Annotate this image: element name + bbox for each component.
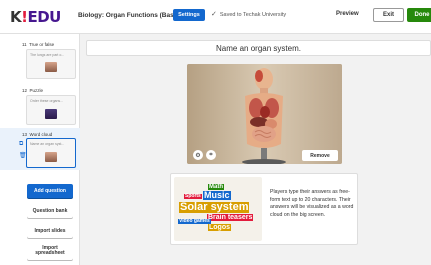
remove-media-button[interactable]: Remove — [302, 150, 338, 161]
thumbnail-image — [45, 62, 57, 72]
settings-button[interactable]: Settings — [173, 9, 205, 21]
done-button[interactable]: Done — [407, 8, 431, 22]
duplicate-icon[interactable]: ⧉ — [19, 141, 23, 148]
question-media[interactable]: ⚙ ⌗ — [187, 64, 342, 164]
crop-icon[interactable]: ⌗ — [206, 150, 216, 160]
word-cloud-word: Music — [203, 190, 231, 200]
slide-item-puzzle[interactable]: 12 Puzzle Order these organs... — [0, 84, 80, 130]
word-cloud-illustration: Math Music Sports Solar system Brain tea… — [174, 177, 262, 241]
slide-label: 12 Puzzle — [22, 88, 44, 93]
checkmark-icon: ✓ — [211, 11, 217, 18]
question-input[interactable]: Name an organ system. — [86, 40, 431, 56]
slide-item-word-cloud[interactable]: 13 Word cloud ⧉ 🗑 Name an organ syst... — [0, 128, 80, 170]
save-status-text: Saved to Techak University — [219, 12, 287, 18]
save-status: ✓ Saved to Techak University — [211, 11, 287, 18]
kahoot-logo[interactable]: K!EDU — [10, 8, 61, 26]
word-cloud-word: Sports — [184, 193, 202, 199]
word-cloud-word: Logos — [208, 224, 231, 231]
slide-label: 13 Word cloud — [22, 132, 53, 137]
slide-thumbnail[interactable]: Order these organs... — [26, 95, 76, 125]
slide-thumbnail[interactable]: The lungs are part o... — [26, 49, 76, 79]
word-cloud-description: Players type their answers as free-form … — [270, 189, 354, 218]
top-bar: K!EDU Biology: Organ Functions (Basic) S… — [0, 0, 431, 34]
thumbnail-image — [45, 152, 57, 162]
preview-button[interactable]: Preview — [336, 11, 359, 17]
slide-thumbnail[interactable]: Name an organ syst... — [26, 138, 76, 168]
word-cloud-word: Brain teasers — [207, 214, 254, 221]
anatomy-model-image — [242, 68, 286, 164]
slide-sidebar: 11 True or false The lungs are part o...… — [0, 34, 80, 265]
slide-item-true-false[interactable]: 11 True or false The lungs are part o... — [0, 34, 80, 80]
word-cloud-word: Solar system — [179, 201, 250, 213]
thumbnail-image — [45, 109, 57, 119]
word-cloud-word: Video games — [178, 218, 211, 224]
exit-button[interactable]: Exit — [373, 8, 404, 22]
import-spreadsheet-button[interactable]: Import spreadsheet — [27, 242, 73, 260]
question-bank-button[interactable]: Question bank — [27, 204, 73, 218]
settings-icon[interactable]: ⚙ — [193, 150, 203, 160]
quiz-title[interactable]: Biology: Organ Functions (Basic) — [78, 12, 181, 19]
slide-label: 11 True or false — [22, 42, 55, 47]
add-question-button[interactable]: Add question — [27, 184, 73, 198]
import-slides-button[interactable]: Import slides — [27, 224, 73, 238]
